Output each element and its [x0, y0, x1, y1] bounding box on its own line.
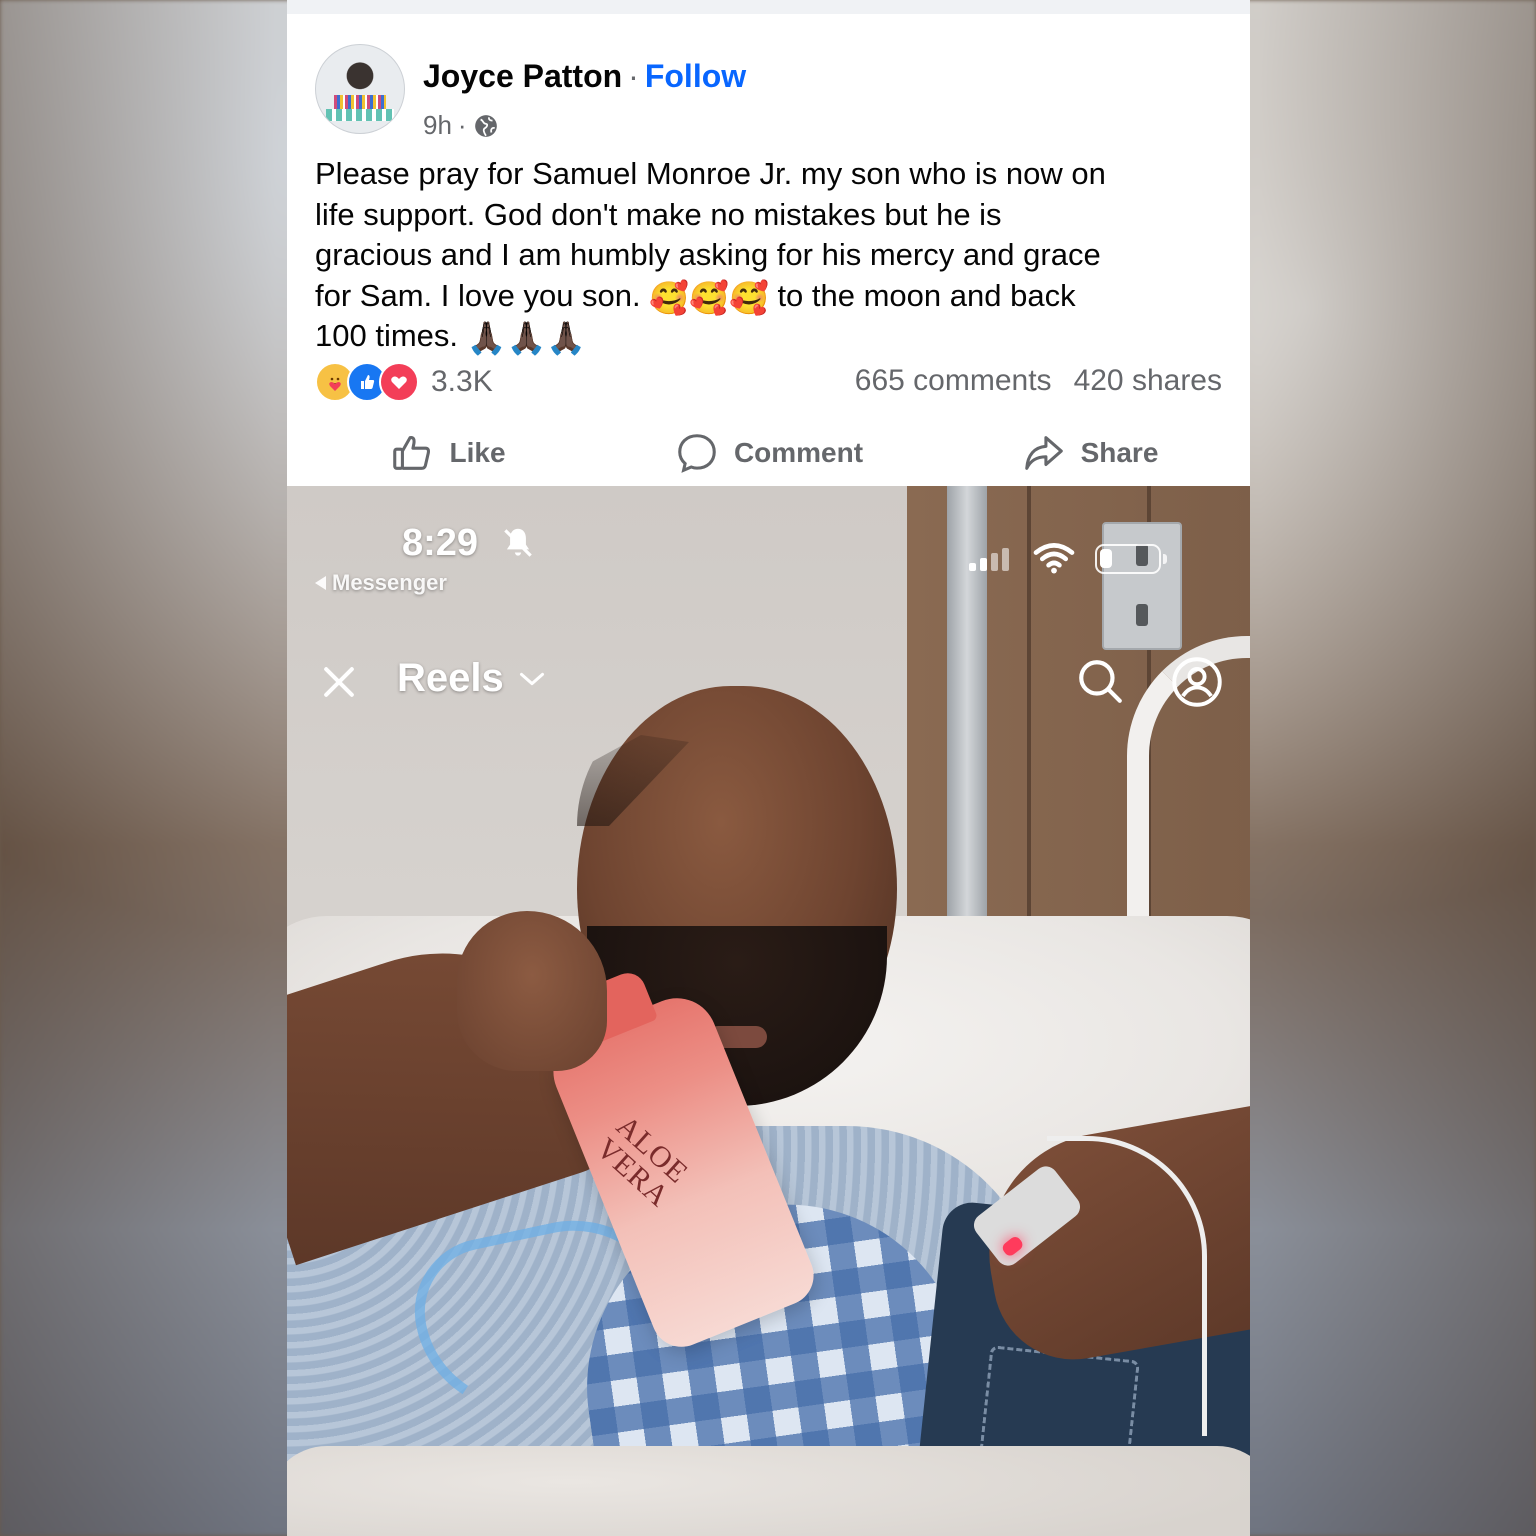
avatar-decoration — [334, 95, 386, 109]
comment-button[interactable]: Comment — [608, 430, 929, 476]
post-timestamp[interactable]: 9h — [423, 110, 452, 141]
search-icon[interactable] — [1075, 656, 1125, 706]
signal-bar — [980, 558, 987, 571]
status-time: 8:29 — [402, 522, 479, 564]
globe-icon — [474, 114, 497, 137]
post-text-line: Please pray for Samuel Monroe Jr. my son… — [315, 156, 1106, 191]
share-arrow-icon — [1024, 436, 1063, 470]
reaction-count: 3.3K — [431, 365, 493, 398]
embedded-reels-screenshot[interactable]: ALOE VERA 8:29 Messenger Reels — [287, 486, 1250, 1536]
bell-muted-icon — [504, 528, 532, 557]
close-icon[interactable] — [317, 660, 361, 704]
love-reaction-icon — [379, 362, 419, 402]
post-header-section: Joyce Patton · Follow 9h · Please pray for… — [287, 0, 1250, 484]
post-text-line: life support. God don't make no mistakes… — [315, 196, 1002, 232]
phone-status-overlay: 8:29 Messenger Reels — [287, 486, 1250, 1536]
battery-icon — [1095, 544, 1167, 574]
smiling-face-hearts-emoji: 🥰🥰🥰 — [649, 279, 769, 316]
post-text-segment: for Sam. I love you son. — [315, 277, 641, 313]
cellular-signal-icon — [969, 548, 1009, 571]
post-text-segment: 100 times. — [315, 318, 459, 353]
like-button[interactable]: Like — [287, 430, 608, 476]
praying-hands-emoji: 🙏🏿🙏🏿🙏🏿 — [466, 320, 587, 356]
battery-level — [1100, 549, 1112, 568]
profile-icon[interactable] — [1171, 656, 1223, 708]
author-line: Joyce Patton · Follow — [423, 58, 746, 95]
facebook-post-card: Joyce Patton · Follow 9h · Please pray for… — [287, 0, 1250, 1536]
post-text-line: gracious and I am humbly asking for his … — [315, 237, 1101, 272]
meta-separator: · — [457, 110, 467, 140]
comment-bubble-icon — [678, 434, 716, 473]
post-text-line: for Sam. I love you son. 🥰🥰🥰 to the moon… — [315, 276, 1215, 317]
follow-button[interactable]: Follow — [645, 58, 746, 94]
signal-bar — [991, 553, 998, 571]
post-action-bar: Like Comment Share — [287, 424, 1250, 482]
share-label: Share — [1080, 437, 1159, 468]
post-body-text: Please pray for Samuel Monroe Jr. my son… — [315, 154, 1215, 357]
reels-dropdown[interactable]: Reels — [397, 656, 546, 701]
author-avatar[interactable] — [315, 44, 405, 134]
reaction-summary[interactable]: 3.3K — [315, 362, 493, 402]
like-label: Like — [449, 437, 506, 468]
back-triangle-icon — [315, 576, 326, 590]
post-meta: 9h · — [423, 110, 499, 141]
reels-title: Reels — [397, 656, 504, 700]
thumbs-up-icon — [393, 436, 431, 470]
comments-count[interactable]: 665 comments — [855, 364, 1052, 398]
shares-count[interactable]: 420 shares — [1074, 364, 1222, 398]
share-button[interactable]: Share — [929, 430, 1250, 476]
name-separator: · — [628, 58, 639, 94]
chevron-down-icon — [519, 672, 544, 685]
signal-bar — [1002, 548, 1009, 571]
author-name[interactable]: Joyce Patton — [423, 58, 622, 94]
back-app-label: Messenger — [332, 570, 447, 595]
engagement-stats: 665 comments 420 shares — [855, 364, 1222, 398]
comment-label: Comment — [733, 437, 864, 468]
post-text-segment: to the moon and back — [777, 277, 1076, 313]
signal-bar — [969, 563, 976, 571]
wifi-icon — [1033, 543, 1075, 574]
back-to-messenger[interactable]: Messenger — [315, 570, 447, 596]
avatar-banner — [326, 109, 394, 121]
post-text-line: 100 times. 🙏🏿🙏🏿🙏🏿 — [315, 316, 1215, 357]
